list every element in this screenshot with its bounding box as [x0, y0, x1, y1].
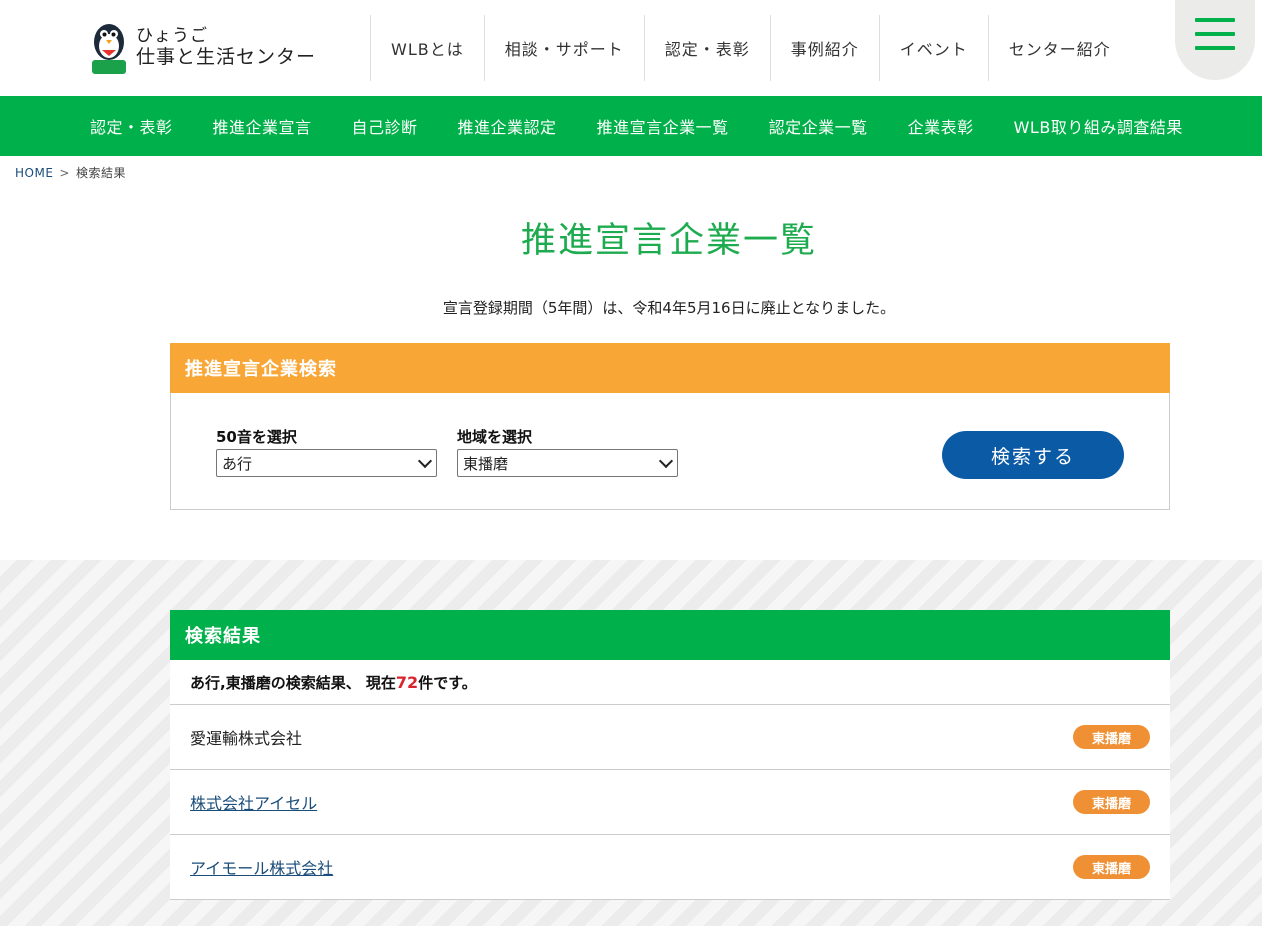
hamburger-bar [1195, 18, 1235, 22]
company-link[interactable]: アイモール株式会社 [190, 855, 333, 879]
subnav-item-awards[interactable]: 企業表彰 [888, 114, 994, 138]
notice-text: 宣言登録期間（5年間）は、令和4年5月16日に廃止となりました。 [442, 299, 896, 317]
site-logo[interactable]: ひょうご 仕事と生活センター [90, 20, 316, 76]
nav-item-events[interactable]: イベント [878, 15, 988, 81]
hamburger-bar [1195, 32, 1235, 36]
kana-field: 50音を選択 あ行 [216, 426, 437, 477]
subnav-item-declaration[interactable]: 推進企業宣言 [193, 114, 332, 138]
region-label: 地域を選択 [457, 428, 533, 446]
chevron-down-icon [417, 453, 433, 469]
results-summary-suffix: 件です。 [418, 673, 477, 692]
region-badge: 東播磨 [1073, 790, 1150, 814]
nav-item-center-intro[interactable]: センター紹介 [987, 15, 1131, 81]
nav-item-certification[interactable]: 認定・表彰 [643, 15, 770, 81]
logo-title-line2: 仕事と生活センター [136, 45, 317, 68]
chevron-down-icon [658, 453, 674, 469]
nav-item-case-studies[interactable]: 事例紹介 [769, 15, 879, 81]
region-badge: 東播磨 [1073, 725, 1150, 749]
site-header: ひょうご 仕事と生活センター WLBとは 相談・サポート 認定・表彰 事例紹介 … [0, 0, 1262, 96]
region-badge: 東播磨 [1073, 855, 1150, 879]
breadcrumb: HOME > 検索結果 [15, 164, 126, 181]
hamburger-menu-button[interactable] [1175, 0, 1255, 80]
nav-item-wlb[interactable]: WLBとは [370, 15, 484, 81]
sub-nav: 認定・表彰 推進企業宣言 自己診断 推進企業認定 推進宣言企業一覧 認定企業一覧… [0, 96, 1262, 156]
subnav-item-self-check[interactable]: 自己診断 [332, 114, 438, 138]
region-select-value: 東播磨 [463, 454, 509, 473]
subnav-item-certified-list[interactable]: 認定企業一覧 [749, 114, 888, 138]
kana-label: 50音を選択 [216, 428, 297, 446]
subnav-item-declared-list[interactable]: 推進宣言企業一覧 [577, 114, 749, 138]
list-item: 愛運輸株式会社 東播磨 [170, 705, 1170, 770]
breadcrumb-current: 検索結果 [75, 166, 126, 180]
kana-select-value: あ行 [222, 454, 253, 473]
subnav-item-survey-results[interactable]: WLB取り組み調査結果 [994, 114, 1203, 138]
search-panel: 推進宣言企業検索 50音を選択 あ行 地域を選択 東播磨 検索する [170, 343, 1170, 510]
page-title: 推進宣言企業一覧 [520, 221, 817, 261]
region-select[interactable]: 東播磨 [457, 449, 678, 477]
results-panel: 検索結果 あ行,東播磨の検索結果、 現在 72 件です。 愛運輸株式会社 東播磨 株… [170, 610, 1170, 900]
list-item: アイモール株式会社 東播磨 [170, 835, 1170, 900]
results-summary: あ行,東播磨の検索結果、 現在 72 件です。 [170, 660, 1170, 705]
main-nav: WLBとは 相談・サポート 認定・表彰 事例紹介 イベント センター紹介 [370, 15, 1131, 81]
logo-title-line1: ひょうご [136, 26, 208, 47]
penguin-mascot-icon [92, 24, 126, 74]
subnav-item-company-cert[interactable]: 推進企業認定 [438, 114, 577, 138]
list-item: 株式会社アイセル 東播磨 [170, 770, 1170, 835]
hamburger-bar [1195, 46, 1235, 50]
subnav-item-certification[interactable]: 認定・表彰 [70, 114, 193, 138]
company-link[interactable]: 株式会社アイセル [190, 790, 317, 814]
results-heading: 検索結果 [170, 610, 1170, 660]
results-count: 72 [395, 672, 419, 692]
search-panel-heading: 推進宣言企業検索 [170, 343, 1170, 393]
nav-item-consult-support[interactable]: 相談・サポート [483, 15, 644, 81]
search-button[interactable]: 検索する [942, 431, 1124, 479]
kana-select[interactable]: あ行 [216, 449, 437, 477]
region-field: 地域を選択 東播磨 [457, 426, 678, 477]
breadcrumb-home-link[interactable]: HOME [15, 166, 53, 180]
company-name: 愛運輸株式会社 [190, 729, 303, 748]
breadcrumb-separator: > [59, 166, 70, 180]
results-summary-prefix: あ行,東播磨の検索結果、 現在 [190, 673, 396, 692]
